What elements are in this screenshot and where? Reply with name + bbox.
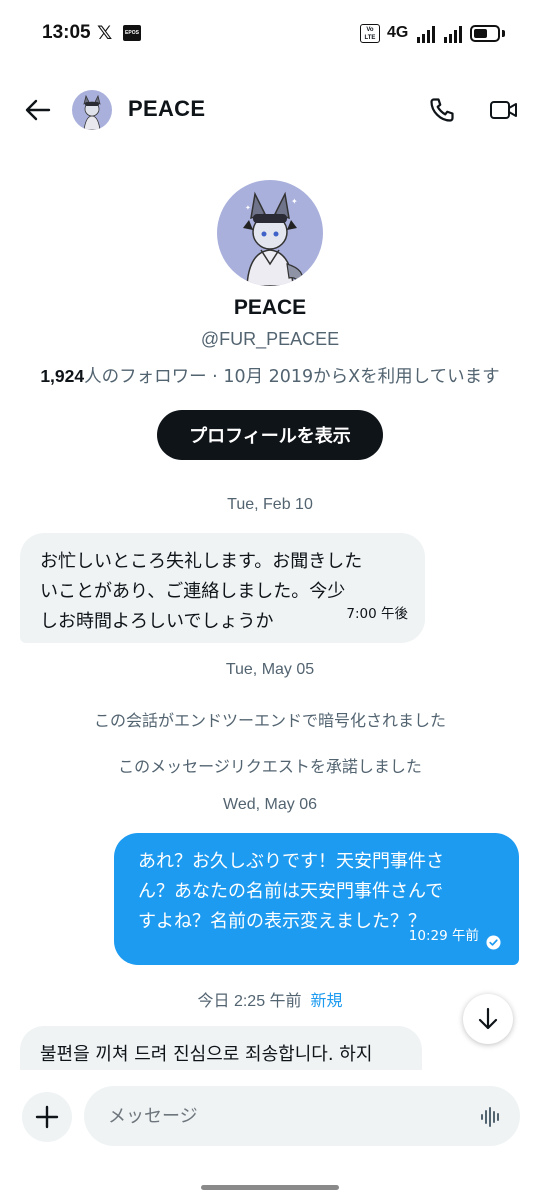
video-camera-icon: [490, 101, 517, 119]
profile-meta: 1,924人のフォロワー · 10月 2019からXを利用しています: [0, 363, 540, 388]
profile-avatar-image: ✦ ✦: [217, 180, 323, 286]
date-separator-new: 今日 2:25 午前 新規: [0, 987, 540, 1011]
date-separator: Tue, May 05: [225, 661, 315, 678]
phone-icon: [430, 98, 454, 122]
voice-waveform-icon: [481, 1107, 499, 1127]
read-check-icon: [486, 935, 501, 950]
view-profile-button[interactable]: プロフィールを表示: [157, 410, 383, 460]
arrow-down-icon: [478, 1007, 498, 1030]
svg-text:✦: ✦: [245, 204, 251, 212]
message-line: あれ？お久しぶりです！天安門事件さ: [138, 851, 444, 872]
request-accepted-notice: このメッセージリクエストを承諾しました: [118, 757, 422, 776]
header-title[interactable]: PEACE: [128, 96, 205, 122]
epos-app-icon: EPOS: [123, 25, 141, 41]
message-bubble-incoming[interactable]: お忙しいところ失礼します。お聞きした いことがあり、ご連絡しました。今少 しお時…: [20, 533, 425, 643]
message-bubble-outgoing[interactable]: あれ？お久しぶりです！天安門事件さ ん？あなたの名前は天安門事件さんで すよね？…: [114, 833, 519, 965]
volte-icon: Vo LTE: [360, 24, 380, 43]
battery-icon: [470, 25, 500, 42]
back-arrow-icon: [25, 99, 51, 121]
message-timestamp: 7:00 午後: [346, 606, 408, 622]
avatar-image: [72, 90, 112, 130]
signal-icon: [417, 26, 435, 43]
header-avatar[interactable]: [72, 90, 112, 130]
status-bar: 13:05 𝕏 EPOS Vo LTE 4G: [0, 0, 540, 68]
scroll-to-bottom-button[interactable]: [463, 994, 513, 1044]
message-composer: [0, 1070, 540, 1160]
profile-avatar[interactable]: ✦ ✦: [217, 180, 323, 286]
encryption-notice: この会話がエンドツーエンドで暗号化されました: [93, 711, 446, 730]
today-time: 今日 2:25 午前: [197, 993, 302, 1010]
profile-meta-text: 人のフォロワー · 10月 2019からXを利用しています: [84, 367, 500, 387]
add-attachment-button[interactable]: [22, 1092, 72, 1142]
network-type-label: 4G: [387, 24, 409, 41]
message-line: お忙しいところ失礼します。お聞きした: [40, 551, 363, 572]
date-separator: Wed, May 06: [223, 796, 317, 813]
message-input[interactable]: [84, 1086, 520, 1146]
new-label: 新規: [310, 993, 343, 1010]
status-time: 13:05: [42, 22, 91, 43]
signal-icon-2: [444, 26, 462, 43]
plus-icon: [35, 1105, 59, 1129]
video-call-button[interactable]: [484, 90, 524, 130]
home-indicator[interactable]: [201, 1185, 339, 1190]
follower-count: 1,924: [40, 366, 85, 386]
message-line: 불편을 끼쳐 드려 진심으로 죄송합니다. 하지: [40, 1044, 373, 1065]
battery-tip: [502, 30, 505, 37]
conversation-header: PEACE: [0, 68, 540, 154]
back-button[interactable]: [18, 90, 58, 130]
message-timestamp: 10:29 午前: [408, 928, 479, 944]
voice-message-button[interactable]: [476, 1102, 506, 1132]
message-line: ん？あなたの名前は天安門事件さんで: [138, 881, 444, 902]
svg-text:✦: ✦: [291, 197, 298, 206]
date-separator: Tue, Feb 10: [227, 496, 313, 513]
profile-name: PEACE: [233, 296, 307, 319]
call-button[interactable]: [422, 90, 462, 130]
profile-handle: @FUR_PEACEE: [200, 329, 340, 349]
x-app-icon: 𝕏: [97, 22, 113, 44]
